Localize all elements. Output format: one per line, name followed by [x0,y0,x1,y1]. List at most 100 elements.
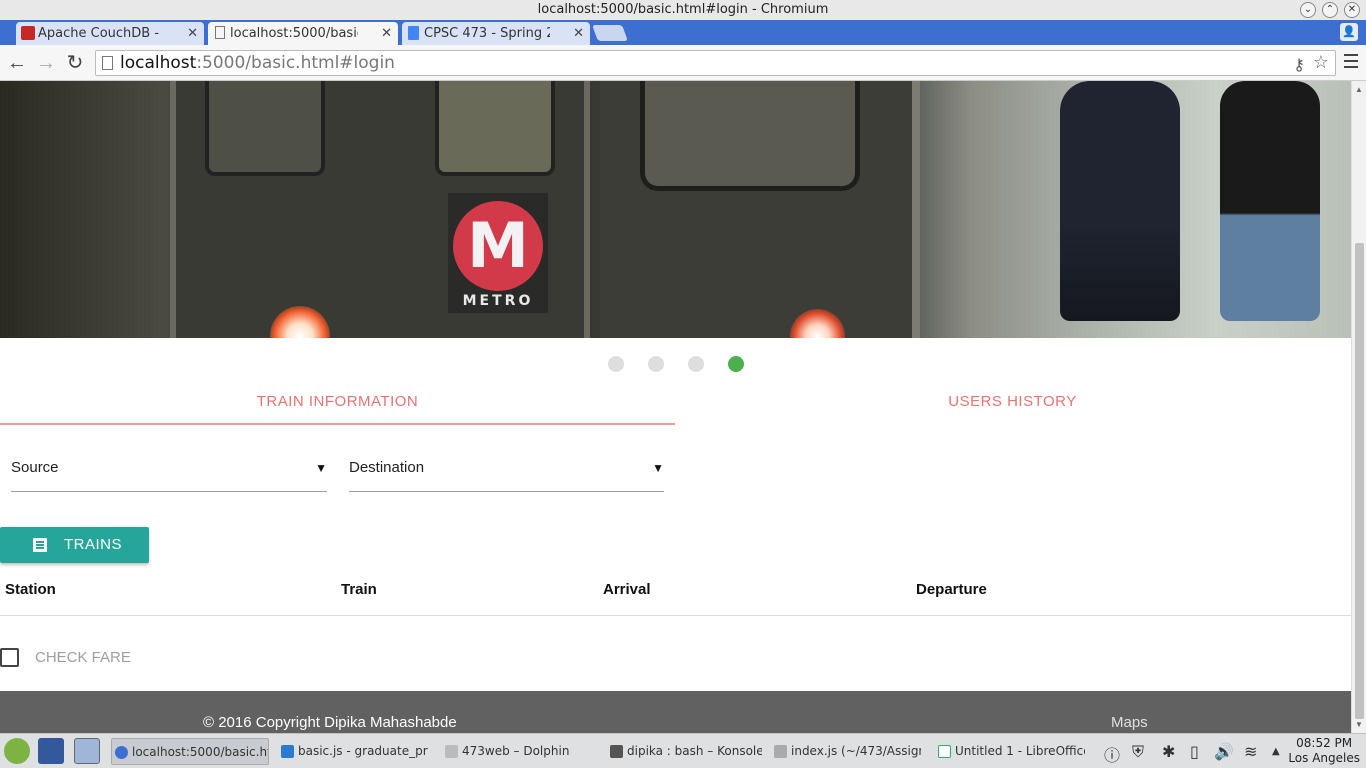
trains-button[interactable]: TRAINS [0,527,149,563]
terminal-icon [610,745,623,758]
page-info-icon[interactable] [102,56,113,70]
window-titlebar: localhost:5000/basic.html#login - Chromi… [0,0,1366,20]
taskbar-item-label: Untitled 1 - LibreOffice [955,744,1085,758]
volume-icon[interactable]: 🔊 [1214,742,1234,761]
browser-toolbar: ← → ↻ localhost:5000/basic.html#login ⚷ … [0,45,1366,81]
close-tab-icon[interactable]: ✕ [381,22,392,45]
file-manager-icon[interactable] [74,738,100,764]
mint-menu-icon[interactable] [4,738,30,764]
dropdown-caret-icon: ▼ [652,461,664,475]
url-path: :5000/basic.html#login [196,53,395,73]
taskbar-item-libreoffice[interactable]: Untitled 1 - LibreOffice [935,738,1085,765]
taskbar-item-label: index.js (~/473/Assign [791,744,921,758]
clock-time: 08:52 PM [1296,736,1353,750]
checkbox-icon[interactable] [0,648,19,667]
tab-users-history[interactable]: USERS HISTORY [675,385,1350,425]
browser-tab-label: localhost:5000/basic.html#login [230,26,358,41]
scroll-down-icon[interactable]: ▼ [1355,720,1363,729]
source-select[interactable]: Source ▼ [11,451,327,492]
trains-button-label: TRAINS [64,536,123,553]
close-window-icon[interactable]: ✕ [1344,2,1360,18]
back-icon[interactable]: ← [6,52,28,74]
page-footer: © 2016 Copyright Dipika Mahashabde Maps [0,691,1351,733]
taskbar-item-label: basic.js - graduate_pro [298,744,428,758]
minimize-icon[interactable]: ⌄ [1300,2,1316,18]
metro-logo: M METRO [448,193,548,313]
taskbar-item-vscode[interactable]: basic.js - graduate_pro [278,738,428,765]
clock-zone: Los Angeles [1288,751,1360,765]
metro-logo-text: METRO [462,293,534,309]
carousel-indicators [0,356,1351,372]
new-tab-button[interactable] [592,25,628,41]
forward-icon[interactable]: → [35,52,57,74]
window-controls: ⌄ ⌃ ✕ [1300,2,1360,18]
dropdown-caret-icon: ▼ [315,461,327,475]
info-icon[interactable]: ⓘ [1104,742,1120,766]
pedestrian [1060,81,1180,321]
close-tab-icon[interactable]: ✕ [187,22,198,45]
metro-logo-letter: M [453,201,543,291]
couchdb-icon [21,26,35,40]
taskbar-item-editor[interactable]: index.js (~/473/Assign [771,738,921,765]
chromium-icon [115,746,128,759]
browser-tab-couchdb[interactable]: Apache CouchDB - Futon ✕ [16,22,204,45]
column-train: Train [341,581,377,598]
browser-tab-cpsc[interactable]: CPSC 473 - Spring 2016 ✕ [402,22,590,45]
source-select-label: Source [11,459,59,476]
key-icon[interactable]: ⚷ [1293,53,1305,77]
address-bar[interactable]: localhost:5000/basic.html#login ⚷ ☆ [95,50,1336,76]
show-desktop-icon[interactable] [38,738,64,764]
carousel-dot-3[interactable] [688,356,704,372]
page-tabs: TRAIN INFORMATION USERS HISTORY [0,385,1351,425]
menu-icon[interactable] [1344,54,1358,70]
tray-expand-icon[interactable]: ▲ [1272,746,1280,757]
window-title: localhost:5000/basic.html#login - Chromi… [537,2,829,17]
desktop-taskbar: localhost:5000/basic.ht basic.js - gradu… [0,733,1366,768]
train-window [205,81,325,176]
editor-icon [774,745,787,758]
bookmark-star-icon[interactable]: ☆ [1313,51,1329,75]
trains-table-header: Station Train Arrival Departure [0,571,1351,616]
hero-image: M METRO [0,81,1351,338]
taskbar-item-dolphin[interactable]: 473web – Dolphin [442,738,592,765]
page-icon [215,26,225,39]
list-icon [33,538,47,552]
taskbar-clock[interactable]: 08:52 PM Los Angeles [1288,736,1360,766]
docs-icon [408,26,419,40]
column-station: Station [5,581,56,598]
folder-icon [445,745,458,758]
battery-icon[interactable]: ▯ [1190,742,1199,761]
scroll-up-icon[interactable]: ▲ [1355,85,1363,94]
url-host: localhost [120,53,197,73]
close-tab-icon[interactable]: ✕ [573,22,584,45]
destination-select[interactable]: Destination ▼ [349,451,664,492]
wifi-icon[interactable]: ≋ [1244,742,1257,761]
shield-icon[interactable]: ⛨ [1132,742,1144,762]
taskbar-item-label: dipika : bash – Konsole [627,744,762,758]
footer-maps-link[interactable]: Maps [1111,714,1148,731]
destination-select-label: Destination [349,459,425,476]
page-scrollbar[interactable]: ▲ ▼ [1351,81,1366,733]
pedestrian [1220,81,1320,321]
browser-tab-label: Apache CouchDB - Futon [38,26,164,41]
taskbar-item-label: 473web – Dolphin [462,744,570,758]
taskbar-item-konsole[interactable]: dipika : bash – Konsole [607,738,762,765]
reload-icon[interactable]: ↻ [64,52,86,74]
taskbar-item-label: localhost:5000/basic.ht [132,745,269,759]
browser-tab-localhost[interactable]: localhost:5000/basic.html#login ✕ [208,22,398,45]
profile-icon[interactable]: 👤 [1340,23,1358,41]
browser-tab-label: CPSC 473 - Spring 2016 [424,26,550,41]
tab-train-information[interactable]: TRAIN INFORMATION [0,385,675,425]
carousel-dot-2[interactable] [648,356,664,372]
train-window [435,81,555,176]
carousel-dot-1[interactable] [608,356,624,372]
column-arrival: Arrival [603,581,651,598]
carousel-dot-4[interactable] [728,356,744,372]
scrollbar-thumb[interactable] [1355,243,1364,719]
page-viewport: M METRO TRAIN INFORMATION USERS HISTORY … [0,81,1351,733]
taskbar-item-chromium[interactable]: localhost:5000/basic.ht [111,738,269,765]
bluetooth-icon[interactable]: ✱ [1162,742,1175,761]
check-fare-label[interactable]: CHECK FARE [35,649,131,666]
maximize-icon[interactable]: ⌃ [1322,2,1338,18]
browser-tabstrip: Apache CouchDB - Futon ✕ localhost:5000/… [0,20,1366,45]
